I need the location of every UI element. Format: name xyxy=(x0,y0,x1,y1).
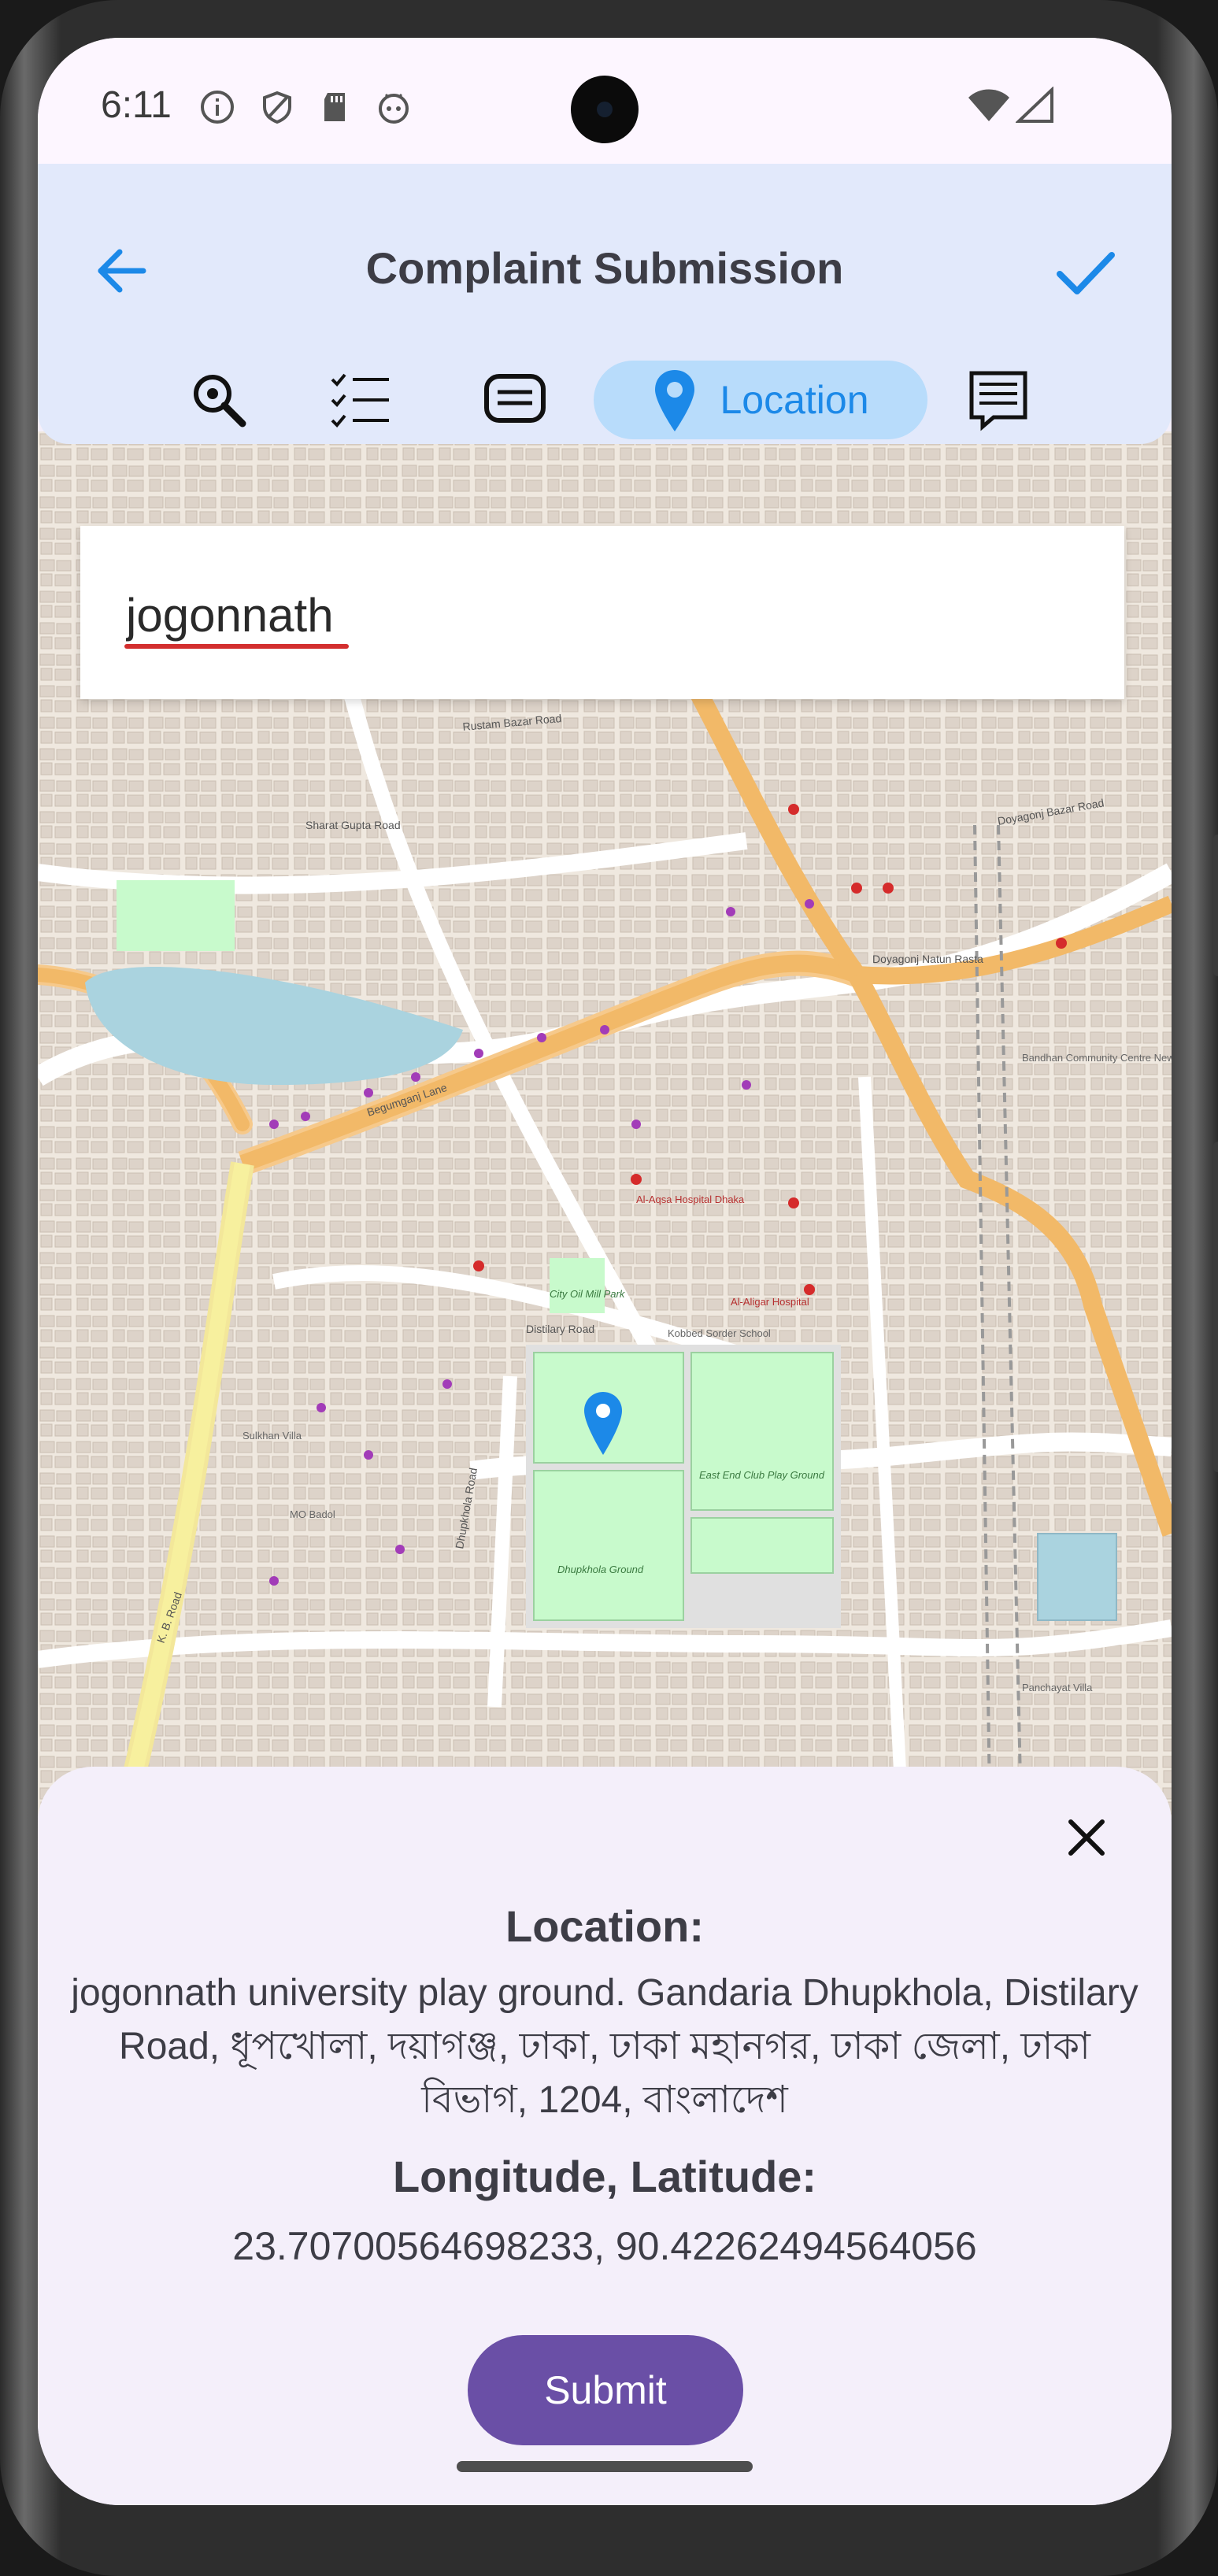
map-place-label: East End Club Play Ground xyxy=(699,1469,825,1481)
map-place-label: Dhupkhola Ground xyxy=(557,1564,644,1575)
map-place-label: City Oil Mill Park xyxy=(550,1288,626,1300)
map-place-label: Bandhan Community Centre New Road xyxy=(1022,1052,1172,1064)
map-place-label: Sulkhan Villa xyxy=(242,1430,302,1442)
checklist-icon xyxy=(331,373,389,427)
close-icon[interactable] xyxy=(1063,1814,1110,1861)
status-time: 6:11 xyxy=(101,84,172,126)
address-text: jogonnath university play ground. Gandar… xyxy=(71,1972,1138,2121)
tab-location[interactable]: Location xyxy=(594,361,927,439)
map-place-label: Al-Aqsa Hospital Dhaka xyxy=(636,1194,745,1205)
map-place-label: Kobbed Sorder School xyxy=(668,1327,771,1339)
location-search-box[interactable] xyxy=(80,526,1124,699)
location-search-input[interactable] xyxy=(124,575,1072,655)
shield-icon xyxy=(263,91,291,124)
map-place-label: Panchayat Villa xyxy=(1022,1682,1093,1693)
wifi-icon xyxy=(968,89,1009,121)
notes-icon xyxy=(969,371,1027,431)
power-button xyxy=(1213,1142,1218,1472)
spellcheck-underline xyxy=(124,644,349,649)
tab-checklist[interactable] xyxy=(313,361,408,439)
tab-notes[interactable] xyxy=(951,361,1046,439)
coordinates-value: 23.70700564698233, 90.42262494564056 xyxy=(232,2224,977,2268)
phone-frame: 6:11 Complaint Submission Location Shara… xyxy=(0,0,1218,2576)
location-pin-icon xyxy=(655,370,695,431)
map-street-label: Doyagonj Natun Rasta xyxy=(872,953,983,965)
search-icon xyxy=(194,375,246,427)
chat-icon xyxy=(484,374,546,423)
sd-card-icon xyxy=(324,93,345,121)
coordinates-heading: Longitude, Latitude: xyxy=(392,2152,817,2201)
map-place-label: MO Badol xyxy=(290,1508,335,1520)
status-bar: 6:11 xyxy=(38,38,1172,164)
home-indicator[interactable] xyxy=(457,2461,753,2472)
page-title: Complaint Submission xyxy=(365,243,844,293)
confirm-check-icon[interactable] xyxy=(1053,241,1116,304)
screen: 6:11 Complaint Submission Location Shara… xyxy=(38,38,1172,2505)
front-camera xyxy=(571,76,639,143)
app-bar: Complaint Submission Location xyxy=(38,164,1172,444)
tab-search[interactable] xyxy=(172,361,266,439)
location-details-sheet: Location: jogonnath university play grou… xyxy=(38,1767,1172,2505)
volume-button xyxy=(1213,835,1218,976)
cell-signal-icon xyxy=(1016,87,1053,123)
tab-location-label: Location xyxy=(720,378,869,422)
map-place-label: Al-Aligar Hospital xyxy=(731,1296,809,1308)
submit-button[interactable]: Submit xyxy=(468,2335,743,2445)
info-icon xyxy=(201,91,234,124)
android-face-icon xyxy=(379,93,409,124)
tab-message[interactable] xyxy=(468,361,562,439)
map-street-label: Distilary Road xyxy=(526,1323,594,1335)
location-heading: Location: xyxy=(505,1901,704,1951)
map-street-label: Sharat Gupta Road xyxy=(305,819,401,831)
